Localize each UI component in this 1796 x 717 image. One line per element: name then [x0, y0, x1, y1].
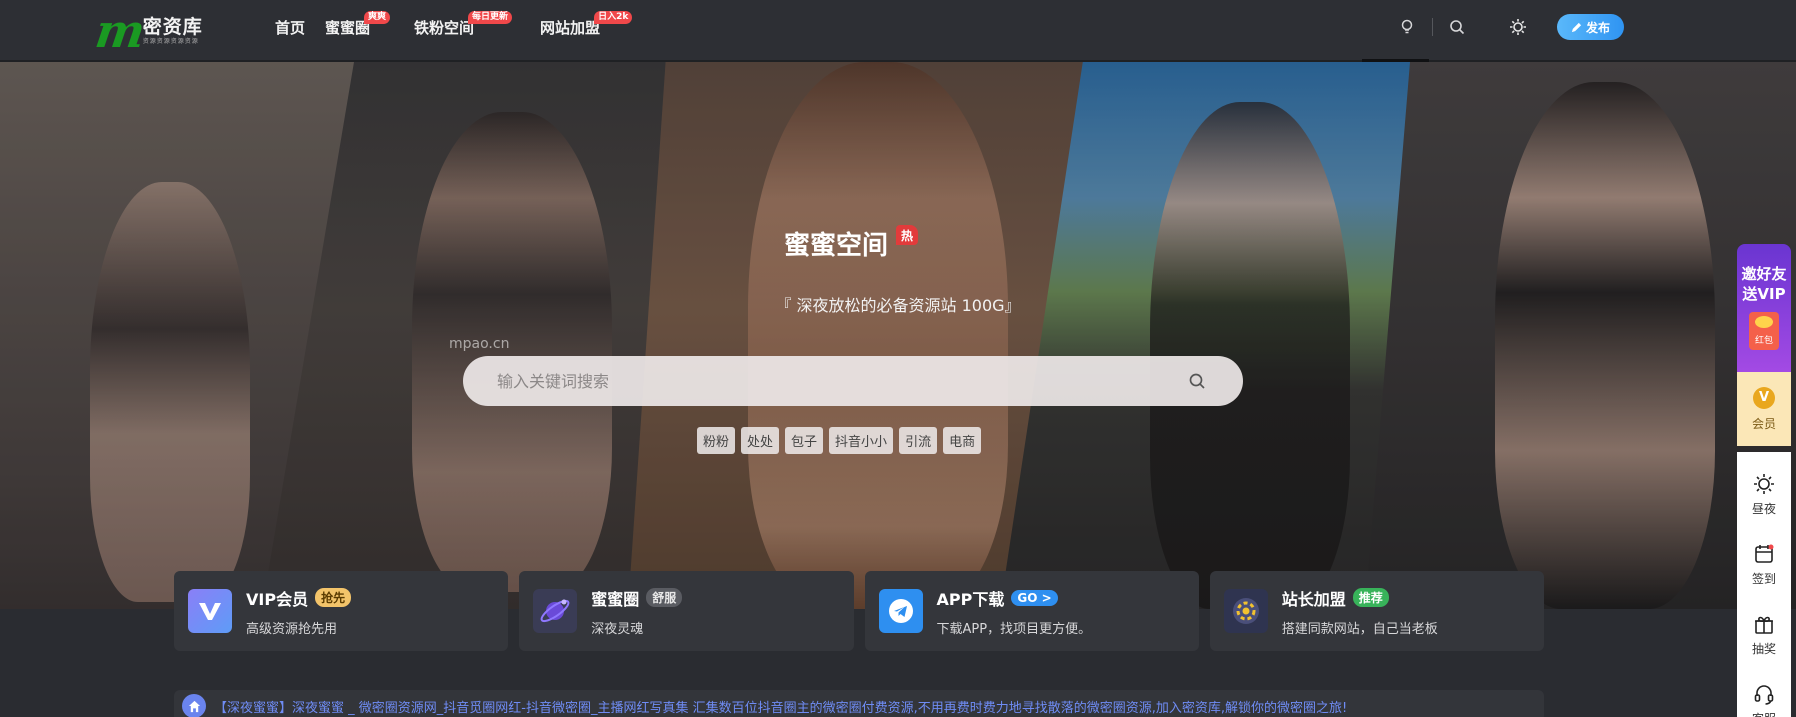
right-sidebar: 邀好友送VIP 红包 V 会员 昼夜 签到 抽奖 客服: [1737, 244, 1791, 717]
card-desc: 搭建同款网站，自己当老板: [1281, 621, 1438, 637]
card-join[interactable]: 站长加盟 推荐 搭建同款网站，自己当老板: [1209, 571, 1544, 651]
telegram-icon: [878, 589, 923, 633]
search-submit-icon[interactable]: [1185, 369, 1209, 393]
card-badge: GO >: [1011, 589, 1058, 606]
card-badge: 抢先: [315, 588, 352, 607]
nav-badge: 日入2k: [594, 11, 633, 24]
home-icon[interactable]: [182, 694, 206, 717]
card-title: 站长加盟: [1281, 589, 1346, 609]
card-badge: 推荐: [1352, 588, 1389, 607]
logo-name: 密资库: [142, 16, 203, 38]
card-badge: 舒服: [646, 588, 683, 607]
vip-icon: [188, 589, 232, 633]
hero-subtitle: 『 深夜放松的必备资源站 100G』: [775, 296, 1021, 315]
tool-label: 抽奖: [1751, 642, 1776, 656]
card-desc: 深夜灵魂: [591, 621, 644, 637]
sidebar-tool-lottery[interactable]: 抽奖: [1737, 600, 1791, 670]
hero-title: 蜜蜜空间: [784, 231, 889, 261]
feature-cards: VIP会员 抢先 高级资源抢先用 蜜蜜圈 舒服 深夜灵魂 APP下载 GO >: [174, 571, 1544, 651]
sidebar-tools: 昼夜 签到 抽奖 客服: [1737, 452, 1791, 717]
tag-item[interactable]: 处处: [741, 427, 780, 454]
publish-button[interactable]: 发布: [1557, 14, 1624, 40]
invite-vip-button[interactable]: 邀好友送VIP 红包: [1737, 244, 1791, 372]
member-label: 会员: [1751, 416, 1776, 431]
member-button[interactable]: V 会员: [1737, 372, 1791, 446]
top-header: m 密资库 资源资源资源资源 首页 蜜蜜圈 爽爽 铁粉空间 每日更新 网站加盟 …: [0, 0, 1796, 62]
invite-vip-text: 邀好友送VIP: [1741, 265, 1787, 303]
nav-label: 网站加盟: [540, 18, 601, 37]
nav-label: 首页: [275, 18, 306, 37]
nav-label: 铁粉空间: [414, 18, 475, 37]
nav-badge: 爽爽: [364, 11, 391, 24]
logo-sub: 资源资源资源资源: [142, 38, 199, 45]
calendar-icon: [1755, 544, 1774, 563]
hero-shade: [0, 62, 1796, 609]
headset-icon: [1754, 685, 1774, 705]
tag-item[interactable]: 抖音小小: [829, 427, 894, 454]
logo-mark: m: [92, 4, 145, 58]
publish-label: 发布: [1585, 20, 1610, 35]
search-input[interactable]: [497, 371, 1185, 391]
card-vip[interactable]: VIP会员 抢先 高级资源抢先用: [174, 571, 509, 651]
gear-badge-icon: [1223, 589, 1268, 633]
tag-item[interactable]: 电商: [943, 427, 982, 454]
main-nav: 首页 蜜蜜圈 爽爽 铁粉空间 每日更新 网站加盟 日入2k: [275, 0, 652, 54]
tag-item[interactable]: 引流: [899, 427, 938, 454]
site-logo[interactable]: m 密资库 资源资源资源资源: [92, 4, 203, 58]
card-mimiquan[interactable]: 蜜蜜圈 舒服 深夜灵魂: [519, 571, 854, 651]
sidebar-tool-support[interactable]: 客服: [1737, 670, 1791, 717]
member-icon: V: [1753, 386, 1775, 409]
tool-label: 签到: [1751, 572, 1776, 586]
announcement-text[interactable]: 【深夜蜜蜜】深夜蜜蜜 _ 微密圈资源网_抖音觅圈网红-抖音微密圈_主播网红写真集…: [214, 697, 1347, 716]
search-icon[interactable]: [1444, 14, 1470, 40]
sun-icon: [1754, 474, 1774, 494]
card-app[interactable]: APP下载 GO > 下载APP，找项目更方便。: [864, 571, 1199, 651]
tag-item[interactable]: 包子: [785, 427, 824, 454]
nav-badge: 每日更新: [468, 11, 513, 24]
card-title: VIP会员: [246, 589, 309, 609]
watermark: mpao.cn: [449, 336, 510, 352]
nav-tiefen[interactable]: 铁粉空间 每日更新: [414, 0, 513, 54]
hongbao-icon: 红包: [1749, 312, 1779, 350]
hero-banner: [0, 62, 1796, 609]
theme-toggle-icon[interactable]: [1505, 14, 1531, 40]
planet-icon: [533, 589, 578, 633]
nav-join[interactable]: 网站加盟 日入2k: [540, 0, 633, 54]
lightbulb-icon[interactable]: [1394, 14, 1420, 40]
sidebar-tool-checkin[interactable]: 签到: [1737, 530, 1791, 600]
card-title: 蜜蜜圈: [591, 589, 640, 609]
nav-mimiquan[interactable]: 蜜蜜圈 爽爽: [325, 0, 391, 54]
search-bar: [463, 356, 1243, 406]
tag-item[interactable]: 粉粉: [697, 427, 736, 454]
card-title: APP下载: [936, 589, 1005, 609]
pencil-icon: [1571, 22, 1582, 32]
card-desc: 高级资源抢先用: [246, 621, 338, 637]
announcement-bar: 【深夜蜜蜜】深夜蜜蜜 _ 微密圈资源网_抖音觅圈网红-抖音微密圈_主播网红写真集…: [174, 690, 1544, 717]
sidebar-tool-daynight[interactable]: 昼夜: [1737, 460, 1791, 530]
tool-label: 昼夜: [1751, 502, 1776, 516]
tool-label: 客服: [1752, 710, 1776, 717]
card-desc: 下载APP，找项目更方便。: [936, 621, 1092, 637]
hot-tags: 粉粉 处处 包子 抖音小小 引流 电商: [697, 427, 982, 454]
hongbao-label: 红包: [1754, 336, 1773, 346]
nav-home[interactable]: 首页: [275, 0, 305, 54]
hot-tag: 热: [896, 225, 918, 245]
header-divider: [1432, 18, 1433, 36]
gift-icon: [1755, 616, 1773, 634]
